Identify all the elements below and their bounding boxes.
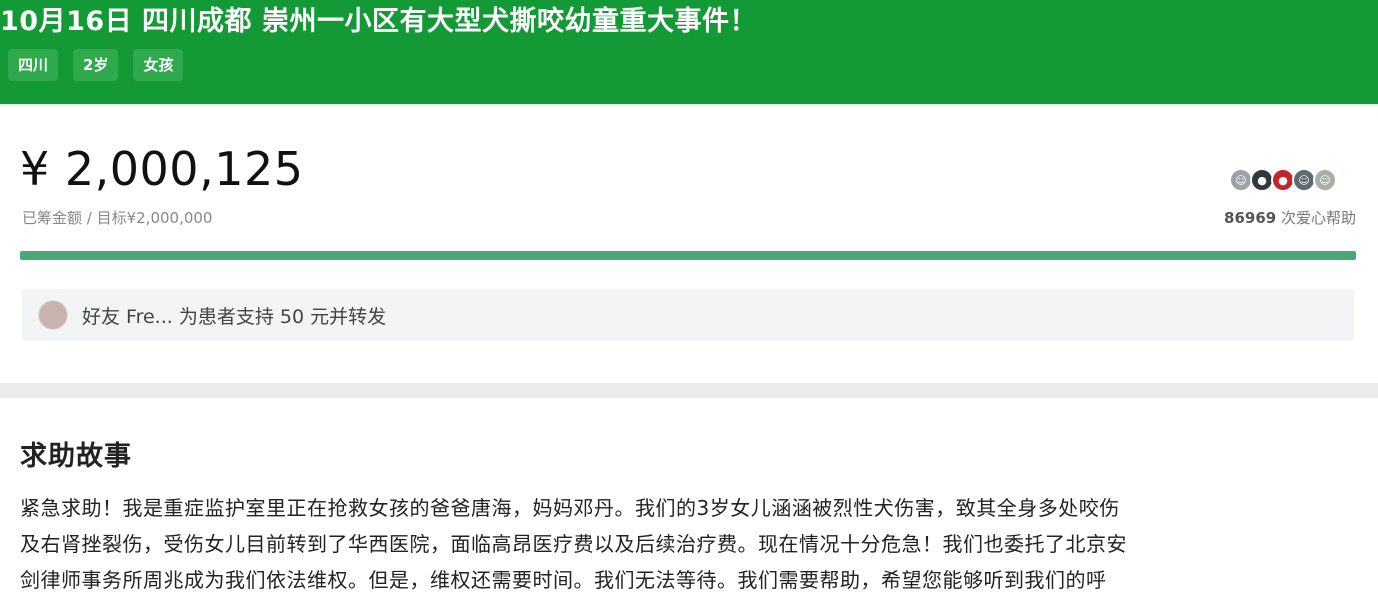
funding-progress-bar [20,251,1356,260]
campaign-title: 10月16日 四川成都 崇州一小区有大型犬撕咬幼童重大事件！ [0,6,757,37]
story-body: 紧急求助！我是重症监护室里正在抢救女孩的爸爸唐海，妈妈邓丹。我们的3岁女儿涵涵被… [20,490,1360,598]
tag-list: 四川 2岁 女孩 [8,49,184,81]
story-title: 求助故事 [20,441,132,472]
story-section: 求助故事 紧急求助！我是重症监护室里正在抢救女孩的爸爸唐海，妈妈邓丹。我们的3岁… [0,398,1378,610]
friend-share-text: 好友 Fre... 为患者支持 50 元并转发 [82,306,387,328]
helpers-summary: 86969 次爱心帮助 [1224,207,1356,228]
story-line: 紧急求助！我是重症监护室里正在抢救女孩的爸爸唐海，妈妈邓丹。我们的3岁女儿涵涵被… [20,496,1120,520]
tag-gender[interactable]: 女孩 [133,49,184,81]
story-line: 及右肾挫裂伤，受伤女儿目前转到了华西医院，面临高昂医疗费以及后续治疗费。现在情况… [20,532,1127,556]
friend-avatar [38,300,68,330]
helpers-count: 86969 [1224,209,1277,227]
story-line: 剑律师事务所周兆成为我们依法维权。但是，维权还需要时间。我们无法等待。我们需要帮… [20,568,1107,592]
helper-avatars[interactable]: ☺ ● ● ☺ ☺ [1229,168,1337,192]
funding-card: ¥ 2,000,125 已筹金额 / 目标¥2,000,000 ☺ ● ● ☺ … [0,106,1378,383]
raised-target-label: 已筹金额 / 目标¥2,000,000 [22,209,213,227]
friend-share-notice[interactable]: 好友 Fre... 为患者支持 50 元并转发 [22,289,1354,341]
helpers-label: 次爱心帮助 [1280,209,1356,227]
campaign-header: 10月16日 四川成都 崇州一小区有大型犬撕咬幼童重大事件！ 四川 2岁 女孩 [0,0,1378,104]
raised-amount: ¥ 2,000,125 [20,142,304,196]
tag-age[interactable]: 2岁 [73,49,119,81]
avatar: ☺ [1313,168,1337,192]
funding-progress-fill [20,251,1356,260]
tag-location[interactable]: 四川 [8,49,59,81]
